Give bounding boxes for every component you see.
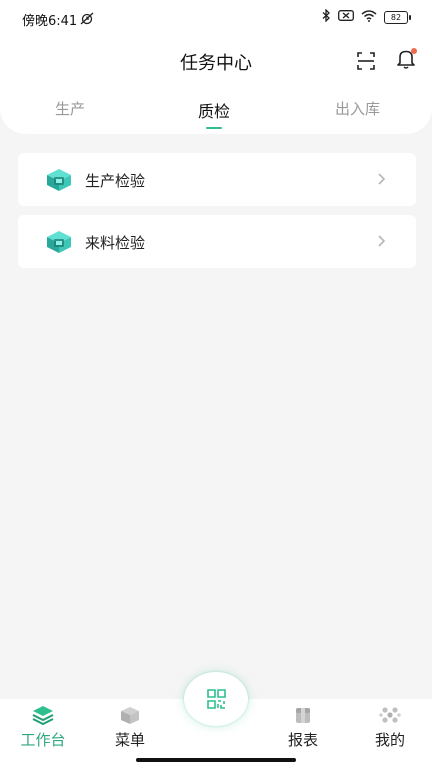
tab-active-indicator <box>206 127 223 129</box>
tab-inbound-outbound-label: 出入库 <box>335 100 381 118</box>
box-icon <box>121 707 139 724</box>
tab-quality-inspection-label: 质检 <box>198 102 231 121</box>
list-item-label: 生产检验 <box>85 172 146 190</box>
cube-icon <box>47 231 71 253</box>
wifi-icon <box>361 9 377 26</box>
tab-inbound-outbound[interactable]: 出入库 <box>335 98 380 119</box>
nav-workbench-label: 工作台 <box>20 731 66 749</box>
nav-workbench[interactable]: 工作台 <box>13 705 73 750</box>
scan-fab-button[interactable] <box>184 672 248 726</box>
tab-quality-inspection[interactable]: 质检 <box>198 98 231 129</box>
nav-mine-label: 我的 <box>374 731 405 749</box>
tab-production[interactable]: 生产 <box>55 98 85 119</box>
layers-icon <box>32 706 54 725</box>
notification-badge <box>411 48 417 54</box>
nav-mine[interactable]: 我的 <box>360 705 420 750</box>
list-item-production-inspection[interactable]: 生产检验 <box>18 153 416 206</box>
package-icon <box>296 708 310 723</box>
list-item-label: 来料检验 <box>85 234 146 252</box>
list-item-incoming-inspection[interactable]: 来料检验 <box>18 215 416 268</box>
bluetooth-icon <box>322 8 331 26</box>
status-time: 傍晚6:41 <box>22 14 78 29</box>
nav-menu-label: 菜单 <box>114 731 145 749</box>
battery-indicator: 82 <box>384 11 411 24</box>
dots-icon <box>379 707 401 723</box>
header: 任务中心 生产 质检 出入库 <box>0 36 432 134</box>
chevron-right-icon <box>378 173 386 185</box>
home-indicator <box>136 758 296 762</box>
qr-code-icon <box>207 689 226 709</box>
nav-reports[interactable]: 报表 <box>273 705 333 750</box>
tab-production-label: 生产 <box>55 100 86 118</box>
status-left: 傍晚6:41 <box>22 10 95 29</box>
chevron-right-icon <box>378 235 386 247</box>
scan-button[interactable] <box>355 50 377 72</box>
tab-bar: 生产 质检 出入库 <box>0 98 432 129</box>
nav-reports-label: 报表 <box>287 731 318 749</box>
notification-button[interactable] <box>396 48 418 72</box>
cube-icon <box>47 169 71 191</box>
no-sim-icon <box>338 10 354 25</box>
scan-icon <box>357 52 375 70</box>
status-right: 82 <box>322 8 411 26</box>
mute-alarm-icon <box>79 11 95 29</box>
status-bar: 傍晚6:41 82 <box>0 0 432 36</box>
nav-menu[interactable]: 菜单 <box>100 705 160 750</box>
